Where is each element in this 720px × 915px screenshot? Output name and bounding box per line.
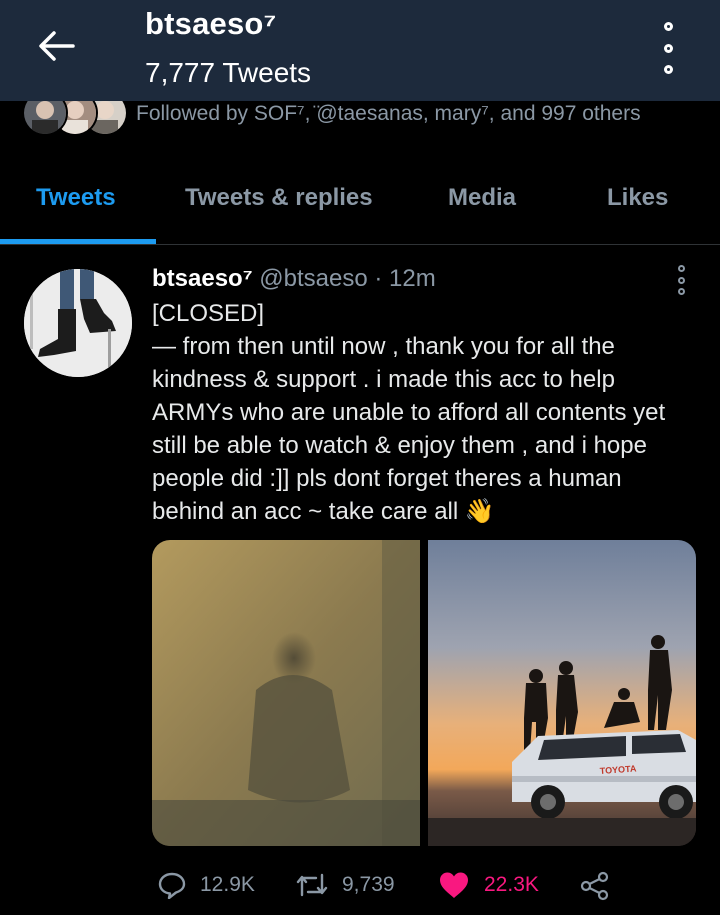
- tweet-text-line: still be able to watch & enjoy them , an…: [152, 432, 647, 459]
- tweet-text-line: kindness & support . i made this acc to …: [152, 366, 615, 393]
- tweet-author-name[interactable]: btsaeso⁷: [152, 265, 253, 292]
- tweet-text: [CLOSED] — from then until now , thank y…: [152, 297, 697, 528]
- tweet-count: 7,777 Tweets: [145, 57, 312, 88]
- more-options-button[interactable]: [650, 22, 686, 74]
- tweet-text-line: — from then until now , thank you for al…: [152, 333, 615, 360]
- tab-tweets[interactable]: Tweets: [36, 184, 116, 212]
- tweet-media: TOYOTA: [152, 540, 696, 846]
- retweet-icon: [296, 873, 328, 897]
- more-dot-icon: [677, 288, 685, 295]
- top-bar: btsaeso⁷ 7,777 Tweets: [0, 0, 720, 101]
- reply-count: 12.9K: [200, 873, 255, 896]
- tweet-actions: 12.9K 9,739 22.3K: [152, 865, 697, 909]
- back-button[interactable]: [34, 24, 78, 68]
- tweet[interactable]: btsaeso⁷ @btsaeso · 12m [CLOSED] — from …: [0, 245, 720, 915]
- heart-icon: [440, 872, 468, 898]
- reply-icon: [158, 872, 186, 899]
- separator-dot: ·: [374, 265, 383, 292]
- like-count: 22.3K: [484, 873, 539, 896]
- tweet-text-line: ARMYs who are unable to afford all conte…: [152, 399, 666, 426]
- tweet-text-line: behind an acc ~ take care all 👋: [152, 498, 495, 525]
- share-button[interactable]: [580, 871, 610, 901]
- tab-media[interactable]: Media: [448, 184, 516, 212]
- more-dot-icon: [663, 22, 673, 31]
- tweet-photo-sunset[interactable]: TOYOTA: [428, 540, 696, 846]
- tweet-photo-shadow[interactable]: [152, 540, 420, 846]
- tweet-text-line: [CLOSED]: [152, 300, 265, 327]
- more-dot-icon: [677, 265, 685, 272]
- active-tab-indicator: [0, 239, 156, 244]
- followers-row[interactable]: Followed by SOF⁷, ̈@taesanas, mary⁷, and…: [0, 90, 720, 142]
- like-button[interactable]: 22.3K: [438, 871, 539, 899]
- avatar[interactable]: [24, 269, 132, 377]
- tweet-more-button[interactable]: [672, 265, 690, 295]
- tab-tweets-and-replies[interactable]: Tweets & replies: [185, 184, 373, 212]
- profile-tabs: Tweets Tweets & replies Media Likes: [0, 160, 720, 245]
- tweet-text-line: people did :]] pls dont forget theres a …: [152, 465, 622, 492]
- share-icon: [580, 871, 609, 901]
- tweet-header: btsaeso⁷ @btsaeso · 12m: [152, 265, 436, 293]
- tab-likes[interactable]: Likes: [607, 184, 668, 212]
- back-arrow-icon: [39, 31, 75, 61]
- retweet-count: 9,739: [342, 873, 395, 896]
- profile-name: btsaeso⁷: [145, 6, 277, 41]
- tweet-timestamp[interactable]: 12m: [389, 265, 436, 292]
- followed-by-text: Followed by SOF⁷, ̈@taesanas, mary⁷, and…: [136, 102, 641, 125]
- tweet-author-handle[interactable]: @btsaeso: [259, 265, 367, 292]
- more-dot-icon: [677, 276, 685, 284]
- more-dot-icon: [663, 65, 673, 74]
- more-dot-icon: [663, 43, 673, 53]
- reply-button[interactable]: 12.9K: [158, 871, 255, 899]
- retweet-button[interactable]: 9,739: [296, 871, 395, 899]
